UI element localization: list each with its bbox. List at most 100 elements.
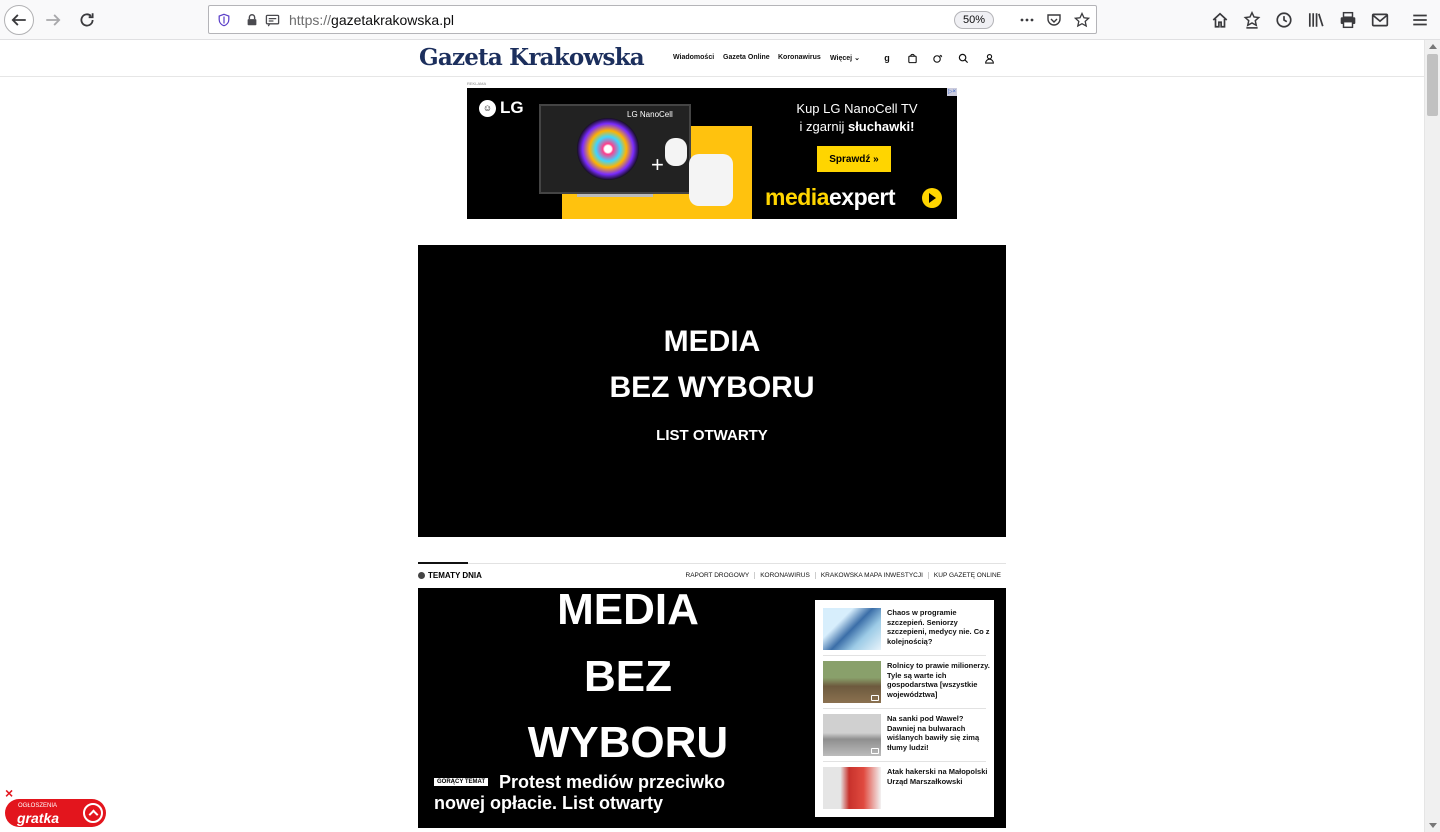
video-line1: MEDIA: [663, 325, 761, 358]
topics-accent-line: [418, 562, 468, 564]
gratka-ads-widget[interactable]: × OGŁOSZENIA gratka: [5, 785, 106, 827]
side-news-list: Chaos w programie szczepień. Seniorzy sz…: [815, 600, 994, 817]
user-account-icon[interactable]: [983, 52, 995, 64]
ad-line1: Kup LG NanoCell TV: [796, 101, 918, 116]
site-logo[interactable]: Gazeta Krakowska: [419, 44, 645, 71]
topic-link-raport-drogowy[interactable]: RAPORT DROGOWY: [681, 572, 755, 579]
adchoices-icon[interactable]: ▷×: [947, 88, 957, 96]
scroll-thumb[interactable]: [1427, 54, 1438, 116]
reload-icon: [80, 13, 94, 27]
list-item[interactable]: Chaos w programie szczepień. Seniorzy sz…: [823, 603, 990, 656]
media-video-block[interactable]: MEDIA BEZ WYBORU LIST OTWARTY: [418, 245, 1006, 537]
ad-line2: i zgarnij słuchawki!: [767, 118, 947, 136]
nav-wiadomosci[interactable]: Wiadomości: [673, 54, 714, 61]
pocket-icon[interactable]: [1044, 11, 1064, 29]
news-thumbnail[interactable]: [823, 767, 881, 809]
lg-logo-text: LG: [500, 98, 524, 117]
forward-arrow-icon: [46, 14, 61, 26]
scroll-down-arrow-icon[interactable]: [1429, 823, 1437, 828]
globe-icon: [418, 572, 425, 579]
tv-stand: [577, 194, 653, 197]
hero-image-word2: BEZ: [584, 652, 672, 701]
news-title[interactable]: Rolnicy to prawie milionerzy. Tyle są wa…: [887, 661, 993, 699]
news-thumbnail[interactable]: [823, 608, 881, 650]
news-thumbnail[interactable]: [823, 714, 881, 756]
g-logo-icon[interactable]: g: [881, 52, 893, 64]
tv-screen-art: [577, 118, 639, 180]
ad-line2-bold: słuchawki!: [847, 119, 915, 134]
nav-wiecej-label: Więcej: [830, 55, 853, 62]
back-button[interactable]: [4, 5, 34, 35]
list-item[interactable]: Na sanki pod Wawel? Dawniej na bulwarach…: [823, 709, 986, 762]
plus-sign-icon: +: [651, 152, 664, 177]
shopping-bag-icon[interactable]: [906, 52, 918, 64]
nav-gazeta-online[interactable]: Gazeta Online: [723, 54, 770, 61]
url-text[interactable]: https://gazetakrakowska.pl: [289, 12, 454, 28]
news-thumbnail[interactable]: [823, 661, 881, 703]
bookmarks-toolbar-icon[interactable]: [1242, 10, 1262, 30]
address-bar[interactable]: https://gazetakrakowska.pl 50%: [208, 5, 1097, 34]
play-arrow-icon: [922, 188, 942, 208]
web-page: Gazeta Krakowska Wiadomości Gazeta Onlin…: [0, 40, 1424, 832]
ad-line2-prefix: i zgarnij: [799, 119, 848, 134]
bookmark-star-icon[interactable]: [1072, 11, 1092, 29]
ad-cta-button[interactable]: Sprawdź »: [817, 146, 891, 172]
news-title[interactable]: Atak hakerski na Małopolski Urząd Marsza…: [887, 767, 993, 786]
url-domain: gazetakrakowska.pl: [331, 12, 454, 28]
ad-label: REKLAMA: [467, 81, 487, 86]
topic-link-koronawirus[interactable]: KORONAWIRUS: [754, 572, 815, 579]
topics-title: TEMATY DNIA: [418, 571, 482, 580]
mediaexpert-logo-media: media: [765, 184, 829, 210]
reload-button[interactable]: [72, 5, 102, 35]
nav-wiecej[interactable]: Więcej ⌄: [830, 54, 860, 62]
topics-bar: TEMATY DNIA RAPORT DROGOWY KORONAWIRUS K…: [418, 562, 1006, 583]
page-actions-icon[interactable]: [1017, 11, 1037, 29]
camera-icon: [871, 748, 879, 754]
topic-link-kup-gazete[interactable]: KUP GAZETĘ ONLINE: [927, 572, 1006, 579]
scroll-up-arrow-icon[interactable]: [1429, 44, 1437, 49]
chevron-up-icon[interactable]: [83, 803, 103, 823]
topic-links: RAPORT DROGOWY KORONAWIRUS KRAKOWSKA MAP…: [681, 572, 1006, 579]
earbud-image: [665, 138, 687, 166]
chevron-down-icon: ⌄: [854, 55, 860, 62]
search-icon[interactable]: [957, 52, 969, 64]
news-title[interactable]: Na sanki pod Wawel? Dawniej na bulwarach…: [887, 714, 993, 752]
lg-logo: ☺ LG: [479, 98, 524, 118]
home-icon[interactable]: [1210, 10, 1230, 30]
site-header: Gazeta Krakowska Wiadomości Gazeta Onlin…: [0, 40, 1424, 77]
menu-hamburger-icon[interactable]: [1410, 10, 1430, 30]
history-icon[interactable]: [1274, 10, 1294, 30]
library-icon[interactable]: [1306, 10, 1326, 30]
mediaexpert-logo: mediaexpert: [765, 184, 896, 211]
news-title[interactable]: Chaos w programie szczepień. Seniorzy sz…: [887, 608, 993, 646]
permissions-icon[interactable]: [264, 12, 280, 28]
gratka-subtitle: OGŁOSZENIA: [18, 803, 58, 809]
close-icon[interactable]: ×: [5, 785, 13, 801]
list-item[interactable]: Atak hakerski na Małopolski Urząd Marsza…: [823, 762, 987, 815]
page-scrollbar[interactable]: [1424, 40, 1440, 832]
ad-copy: Kup LG NanoCell TV i zgarnij słuchawki!: [767, 100, 947, 136]
hero-image-word1: MEDIA: [557, 585, 699, 634]
camera-icon: [871, 695, 879, 701]
topic-link-mapa-inwestycji[interactable]: KRAKOWSKA MAPA INWESTYCJI: [814, 572, 928, 579]
hero-image-word3: WYBORU: [527, 718, 729, 767]
tracking-shield-icon[interactable]: [216, 12, 232, 28]
forward-button[interactable]: [38, 5, 68, 35]
lg-advertisement-banner[interactable]: ☺ LG LG NanoCell + Kup LG NanoCell TV i …: [467, 88, 957, 219]
url-prefix: https://: [289, 12, 332, 28]
lg-circle-icon: ☺: [479, 99, 496, 117]
back-arrow-icon: [11, 14, 26, 26]
topics-title-text: TEMATY DNIA: [428, 571, 482, 580]
print-icon[interactable]: [1338, 10, 1358, 30]
gratka-logo: gratka: [17, 810, 60, 826]
zoom-indicator[interactable]: 50%: [954, 11, 994, 29]
earbuds-case-image: [689, 154, 733, 206]
list-item[interactable]: Rolnicy to prawie milionerzy. Tyle są wa…: [823, 656, 990, 709]
weather-icon[interactable]: [931, 52, 943, 64]
video-line3: LIST OTWARTY: [656, 427, 768, 444]
browser-toolbar: https://gazetakrakowska.pl 50%: [0, 0, 1440, 40]
email-link-icon[interactable]: [1370, 10, 1390, 30]
video-line2: BEZ WYBORU: [609, 371, 815, 404]
lock-icon[interactable]: [244, 12, 260, 28]
nav-koronawirus[interactable]: Koronawirus: [778, 54, 821, 61]
